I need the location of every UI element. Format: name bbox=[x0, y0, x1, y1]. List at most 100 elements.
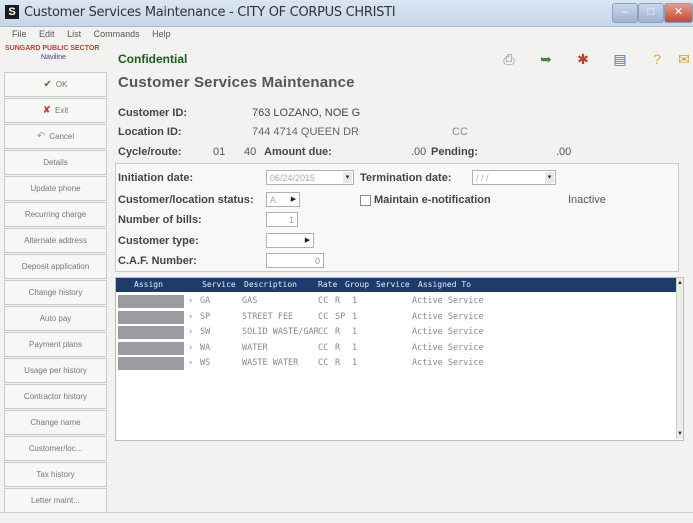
cancel-icon: ↶ bbox=[36, 131, 46, 142]
col-service[interactable]: Service bbox=[202, 278, 236, 292]
menu-edit[interactable]: Edit bbox=[39, 29, 55, 39]
cell-assigned-to: Active Service bbox=[412, 342, 484, 353]
e-notification-checkbox[interactable] bbox=[360, 195, 371, 206]
page-title: Customer Services Maintenance bbox=[118, 74, 355, 91]
col-assigned-to[interactable]: Assigned To bbox=[418, 278, 471, 292]
assign-cell[interactable] bbox=[118, 295, 184, 308]
sidebar-button-label: OK bbox=[55, 80, 68, 89]
sidebar-button-label: Change name bbox=[30, 418, 81, 427]
window-title: Customer Services Maintenance - CITY OF … bbox=[24, 5, 396, 20]
sidebar-button-exit[interactable]: ✘ Exit bbox=[4, 98, 107, 123]
cell-description: WATER bbox=[242, 342, 268, 353]
sidebar-button-change-name[interactable]: Change name bbox=[4, 410, 107, 435]
minimize-button[interactable]: – bbox=[612, 3, 638, 23]
grid-scrollbar[interactable]: ▲ ▼ bbox=[676, 278, 683, 439]
customer-id-value: 763 LOZANO, NOE G bbox=[252, 107, 361, 119]
caf-number-field[interactable]: 0 bbox=[266, 253, 324, 268]
cell-service: WS bbox=[200, 358, 211, 369]
col-rate[interactable]: Rate bbox=[318, 278, 337, 292]
termination-date-field[interactable]: / / / ▾ bbox=[472, 170, 556, 185]
sidebar-button-tax-history[interactable]: Tax history bbox=[4, 462, 107, 487]
menu-list[interactable]: List bbox=[67, 29, 81, 39]
play-arrow-icon[interactable]: ▶ bbox=[303, 235, 312, 246]
mail-icon[interactable]: ✉ bbox=[675, 50, 693, 68]
termination-date-label: Termination date: bbox=[360, 172, 452, 184]
table-row[interactable]: › WA WATER CC R 1 Active Service bbox=[116, 341, 676, 356]
sidebar-button-usage-per-history[interactable]: Usage per history bbox=[4, 358, 107, 383]
sidebar-button-label: Payment plans bbox=[29, 340, 82, 349]
col-assign[interactable]: Assign bbox=[134, 278, 163, 292]
cell-service-num: 1 bbox=[352, 311, 358, 322]
service-arrow-icon: › bbox=[188, 327, 194, 338]
menu-commands[interactable]: Commands bbox=[94, 29, 140, 39]
scroll-up-icon[interactable]: ▲ bbox=[677, 280, 683, 286]
amount-due-value: .00 bbox=[411, 146, 427, 158]
menu-file[interactable]: File bbox=[12, 29, 27, 39]
table-row[interactable]: › SW SOLID WASTE/GAR CC R 1 Active Service bbox=[116, 325, 676, 340]
table-row[interactable]: › SP STREET FEE CC SP 1 Active Service bbox=[116, 310, 676, 325]
caf-number-label: C.A.F. Number: bbox=[118, 255, 197, 267]
sidebar-button-change-history[interactable]: Change history bbox=[4, 280, 107, 305]
play-arrow-icon[interactable]: ▶ bbox=[289, 194, 298, 205]
menu-help[interactable]: Help bbox=[152, 29, 171, 39]
col-service-num[interactable]: Service bbox=[376, 278, 410, 292]
cell-group: R bbox=[335, 327, 341, 338]
cell-description: STREET FEE bbox=[242, 311, 294, 322]
sidebar-button-ok[interactable]: ✔ OK bbox=[4, 72, 107, 97]
grid-header: Assign Service Description Rate Group Se… bbox=[116, 278, 676, 292]
route-value: 40 bbox=[244, 146, 257, 158]
service-arrow-icon: › bbox=[188, 311, 194, 322]
sidebar-button-payment-plans[interactable]: Payment plans bbox=[4, 332, 107, 357]
col-description[interactable]: Description bbox=[244, 278, 297, 292]
printer-icon[interactable]: ⎙ bbox=[500, 50, 518, 68]
sidebar-button-recurring-charge[interactable]: Recurring charge bbox=[4, 202, 107, 227]
e-notification-label: Maintain e-notification bbox=[374, 194, 491, 206]
chevron-down-icon[interactable]: ▾ bbox=[545, 172, 554, 183]
sidebar-button-deposit-application[interactable]: Deposit application bbox=[4, 254, 107, 279]
sidebar-button-letter-maint[interactable]: Letter maint... bbox=[4, 488, 107, 513]
sidebar-button-cancel[interactable]: ↶ Cancel bbox=[4, 124, 107, 149]
assign-cell[interactable] bbox=[118, 326, 184, 340]
initiation-date-field[interactable]: 06/24/2015 ▾ bbox=[266, 170, 354, 185]
location-id-label: Location ID: bbox=[118, 126, 182, 138]
services-grid: Assign Service Description Rate Group Se… bbox=[115, 277, 684, 441]
sidebar-button-label: Customer/loc... bbox=[28, 444, 83, 453]
cell-rate: CC bbox=[318, 342, 329, 353]
cell-assigned-to: Active Service bbox=[412, 358, 484, 369]
customer-type-field[interactable]: ▶ bbox=[266, 233, 314, 248]
number-of-bills-label: Number of bills: bbox=[118, 214, 202, 226]
table-row[interactable]: › GA GAS CC R 1 Active Service bbox=[116, 294, 676, 309]
sidebar-button-customer-loc[interactable]: Customer/loc... bbox=[4, 436, 107, 461]
table-row[interactable]: › WS WASTE WATER CC R 1 Active Service bbox=[116, 356, 676, 371]
sidebar-button-contractor-history[interactable]: Contractor history bbox=[4, 384, 107, 409]
sidebar-button-label: Cancel bbox=[49, 132, 75, 141]
col-group[interactable]: Group bbox=[345, 278, 369, 292]
sidebar-button-label: Auto pay bbox=[39, 314, 72, 323]
window-bottom-edge bbox=[0, 512, 693, 513]
help-icon[interactable]: ? bbox=[648, 50, 666, 68]
chevron-down-icon[interactable]: ▾ bbox=[343, 172, 352, 183]
cell-description: GAS bbox=[242, 296, 258, 306]
sidebar-button-details[interactable]: Details bbox=[4, 150, 107, 175]
sidebar-button-alternate-address[interactable]: Alternate address bbox=[4, 228, 107, 253]
vendor-logo: SUNGARD PUBLIC SECTOR Naviline bbox=[5, 44, 101, 62]
status-field[interactable]: A ▶ bbox=[266, 192, 300, 207]
cell-service-num: 1 bbox=[352, 342, 358, 353]
assign-cell[interactable] bbox=[118, 341, 184, 355]
assign-cell[interactable] bbox=[118, 310, 184, 324]
sidebar-button-auto-pay[interactable]: Auto pay bbox=[4, 306, 107, 331]
status-label: Customer/location status: bbox=[118, 194, 254, 206]
cell-group: R bbox=[335, 358, 341, 369]
sidebar-button-update-phone[interactable]: Update phone bbox=[4, 176, 107, 201]
termination-date-value: / / / bbox=[476, 173, 489, 183]
maximize-button[interactable]: □ bbox=[638, 3, 664, 23]
scroll-down-icon[interactable]: ▼ bbox=[677, 431, 683, 437]
sidebar-button-label: Alternate address bbox=[24, 236, 87, 245]
document-icon[interactable]: ▤ bbox=[611, 50, 629, 68]
red-tool-icon[interactable]: ✱ bbox=[574, 50, 592, 68]
close-button[interactable]: ✕ bbox=[664, 3, 693, 23]
cell-group: R bbox=[335, 342, 341, 353]
assign-cell[interactable] bbox=[118, 357, 184, 371]
green-arrow-icon[interactable]: ➥ bbox=[537, 50, 555, 68]
number-of-bills-field[interactable]: 1 bbox=[266, 212, 298, 227]
